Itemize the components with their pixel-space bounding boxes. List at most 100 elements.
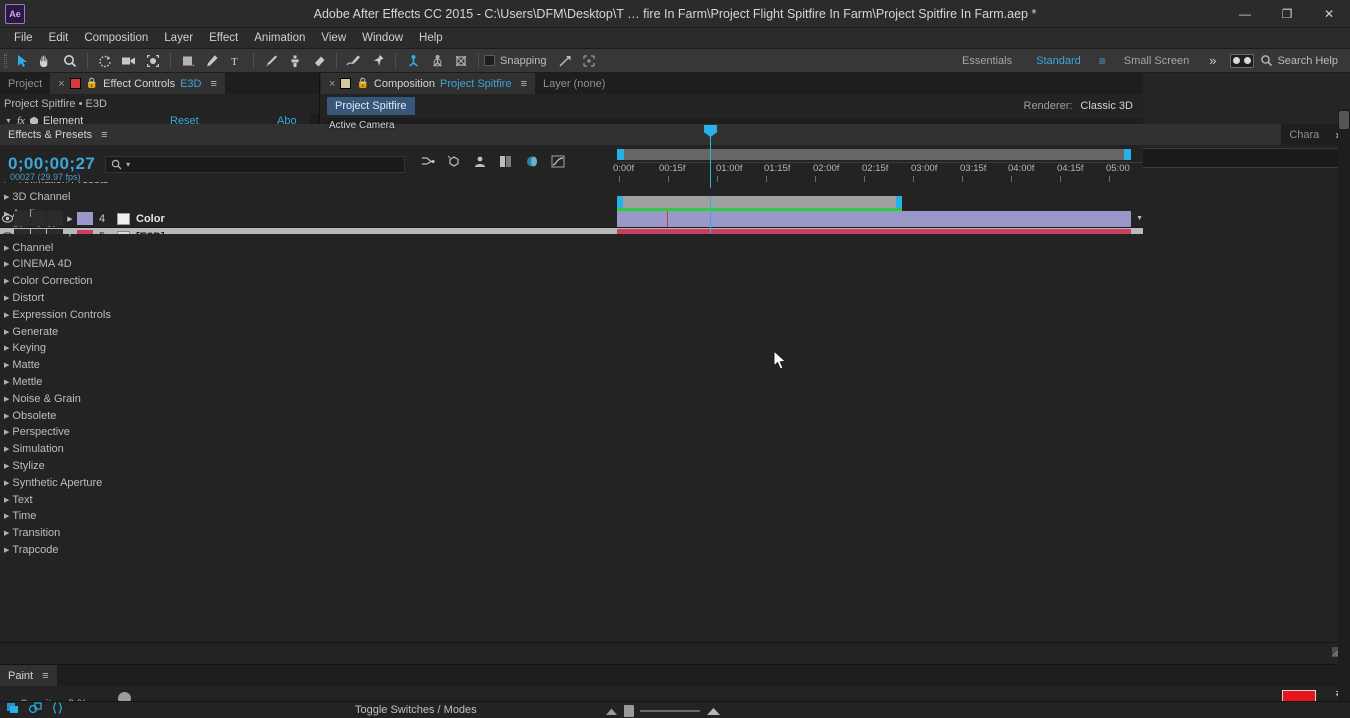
effects-category-item[interactable]: ▶ Synthetic Aperture xyxy=(0,474,1341,491)
graph-editor-icon[interactable] xyxy=(551,155,565,173)
disclosure-triangle-icon[interactable]: ▶ xyxy=(4,428,9,436)
disclosure-triangle-icon[interactable]: ▶ xyxy=(4,344,9,352)
expression-braces-icon[interactable] xyxy=(52,701,63,718)
effects-category-item[interactable]: ▶ Stylize xyxy=(0,458,1341,475)
menu-file[interactable]: File xyxy=(6,30,41,46)
menu-composition[interactable]: Composition xyxy=(76,30,156,46)
snap-arrow-icon[interactable] xyxy=(553,50,577,72)
menu-edit[interactable]: Edit xyxy=(41,30,77,46)
timeline-zoom-slider[interactable] xyxy=(605,705,721,717)
world-axis-mode-icon[interactable] xyxy=(425,50,449,72)
disclosure-triangle-icon[interactable]: ▶ xyxy=(4,412,9,420)
playhead-line[interactable] xyxy=(704,125,717,188)
disclosure-triangle-icon[interactable]: ▶ xyxy=(4,294,9,302)
timeline-ruler[interactable]: 0:00f 00:15f 01:00f 01:15f 02:00f 02:15f… xyxy=(613,146,1143,182)
puppet-pin-tool-icon[interactable] xyxy=(366,50,390,72)
clone-stamp-tool-icon[interactable] xyxy=(283,50,307,72)
snapping-checkbox[interactable] xyxy=(484,55,495,66)
lock-toggle[interactable] xyxy=(47,229,63,234)
effects-category-item[interactable]: ▶ Keying xyxy=(0,340,1341,357)
timeline-search-input[interactable]: ▾ xyxy=(105,155,406,173)
workspace-menu-icon[interactable]: ≡ xyxy=(1093,54,1112,68)
disclosure-triangle-icon[interactable]: ▶ xyxy=(4,361,9,369)
menu-help[interactable]: Help xyxy=(411,30,451,46)
lock-icon[interactable]: 🔒 xyxy=(356,78,368,89)
camera-tool-icon[interactable] xyxy=(117,50,141,72)
work-area-end-handle[interactable] xyxy=(896,196,902,208)
tab-close-icon[interactable]: × xyxy=(58,78,64,90)
disclosure-triangle-icon[interactable]: ▶ xyxy=(4,512,9,520)
tab-paint[interactable]: Paint ≡ xyxy=(0,665,57,686)
disclosure-triangle-icon[interactable]: ▶ xyxy=(4,260,9,268)
effects-category-item[interactable]: ▶ Transition xyxy=(0,525,1341,542)
effects-category-item[interactable]: ▶ Expression Controls xyxy=(0,306,1341,323)
sync-settings-icon[interactable] xyxy=(1230,53,1255,68)
timeline-vertical-scrollbar[interactable] xyxy=(1338,109,1350,701)
panel-menu-icon[interactable]: ≡ xyxy=(211,78,217,90)
hand-tool-icon[interactable] xyxy=(34,50,58,72)
hide-shy-layers-icon[interactable] xyxy=(473,155,487,173)
layer-label-color[interactable] xyxy=(77,212,93,225)
disclosure-triangle-icon[interactable]: ▶ xyxy=(4,328,9,336)
tab-composition[interactable]: × 🔒 Composition Project Spitfire ≡ xyxy=(321,73,535,94)
audio-toggle[interactable] xyxy=(14,229,30,234)
disclosure-triangle-icon[interactable]: ▶ xyxy=(4,479,9,487)
tab-layer[interactable]: Layer (none) xyxy=(534,73,614,94)
effects-category-item[interactable]: ▶ CINEMA 4D xyxy=(0,256,1341,273)
table-row[interactable]: ▶ 4 Color / fx None ▼ xyxy=(0,210,1143,228)
view-axis-mode-icon[interactable] xyxy=(449,50,473,72)
rotation-tool-icon[interactable] xyxy=(93,50,117,72)
tab-close-icon[interactable]: × xyxy=(329,78,335,90)
disclosure-triangle-icon[interactable]: ▶ xyxy=(4,529,9,537)
layer-label-color[interactable] xyxy=(77,230,93,234)
toolbar-grip[interactable] xyxy=(0,49,10,73)
menu-window[interactable]: Window xyxy=(354,30,411,46)
layer-name[interactable]: Color xyxy=(136,213,165,225)
effects-category-item[interactable]: ▶ Channel xyxy=(0,239,1341,256)
disclosure-triangle-icon[interactable]: ▶ xyxy=(4,496,9,504)
comp-family-icon[interactable] xyxy=(6,701,19,718)
effects-category-item[interactable]: ▶ Text xyxy=(0,491,1341,508)
effects-category-list[interactable]: ▶* Animation Presets ▶3D Channel ▶Audio … xyxy=(0,172,1341,642)
tab-project[interactable]: Project xyxy=(0,73,51,94)
draft-3d-icon[interactable] xyxy=(447,155,461,173)
effects-category-item[interactable]: ▶ Perspective xyxy=(0,424,1341,441)
disclosure-triangle-icon[interactable]: ▶ xyxy=(4,277,9,285)
layer-duration-bar[interactable] xyxy=(617,229,1131,234)
text-tool-icon[interactable]: T xyxy=(224,50,248,72)
composition-mini-flowchart-icon[interactable] xyxy=(421,155,435,173)
effects-category-item[interactable]: ▶ Color Correction xyxy=(0,273,1341,290)
workspace-more-icon[interactable]: » xyxy=(1201,53,1224,68)
video-toggle[interactable] xyxy=(0,232,14,234)
layer-family-icon[interactable] xyxy=(28,701,42,718)
table-row[interactable]: ▶ 5 [E3D] / fx None ▼ xyxy=(0,228,1143,234)
panel-menu-icon[interactable]: ≡ xyxy=(101,129,107,141)
effects-category-item[interactable]: ▶ Obsolete xyxy=(0,407,1341,424)
menu-effect[interactable]: Effect xyxy=(201,30,246,46)
snap-bounds-icon[interactable] xyxy=(577,50,601,72)
layer-name[interactable]: [E3D] xyxy=(136,231,165,235)
layer-keyframe-marker[interactable] xyxy=(667,211,668,227)
composition-breadcrumb-chip[interactable]: Project Spitfire xyxy=(327,97,415,115)
disclosure-triangle-icon[interactable]: ▶ xyxy=(4,311,9,319)
disclosure-triangle-icon[interactable]: ▶ xyxy=(63,215,77,223)
timeline-playhead[interactable] xyxy=(710,196,711,234)
disclosure-triangle-icon[interactable]: ▶ xyxy=(4,462,9,470)
motion-blur-icon[interactable] xyxy=(525,155,539,173)
effects-category-item[interactable]: ▶ Matte xyxy=(0,357,1341,374)
roto-brush-tool-icon[interactable] xyxy=(342,50,366,72)
panel-menu-icon[interactable]: ≡ xyxy=(521,78,527,90)
audio-toggle[interactable] xyxy=(14,211,30,226)
effects-category-item[interactable]: ▶ Simulation xyxy=(0,441,1341,458)
search-help[interactable]: Search Help xyxy=(1260,54,1346,67)
effects-category-item[interactable]: ▶ Trapcode xyxy=(0,542,1341,559)
zoom-slider-knob[interactable] xyxy=(624,705,634,717)
zoom-slider-track[interactable] xyxy=(640,710,700,712)
panel-menu-icon[interactable]: ≡ xyxy=(42,670,48,682)
tab-character[interactable]: Chara xyxy=(1281,124,1328,145)
workspace-small-screen[interactable]: Small Screen xyxy=(1112,49,1201,73)
disclosure-triangle-icon[interactable]: ▶ xyxy=(4,546,9,554)
shape-tool-icon[interactable] xyxy=(176,50,200,72)
disclosure-triangle-icon[interactable]: ▶ xyxy=(4,244,9,252)
disclosure-triangle-icon[interactable]: ▶ xyxy=(63,233,77,235)
